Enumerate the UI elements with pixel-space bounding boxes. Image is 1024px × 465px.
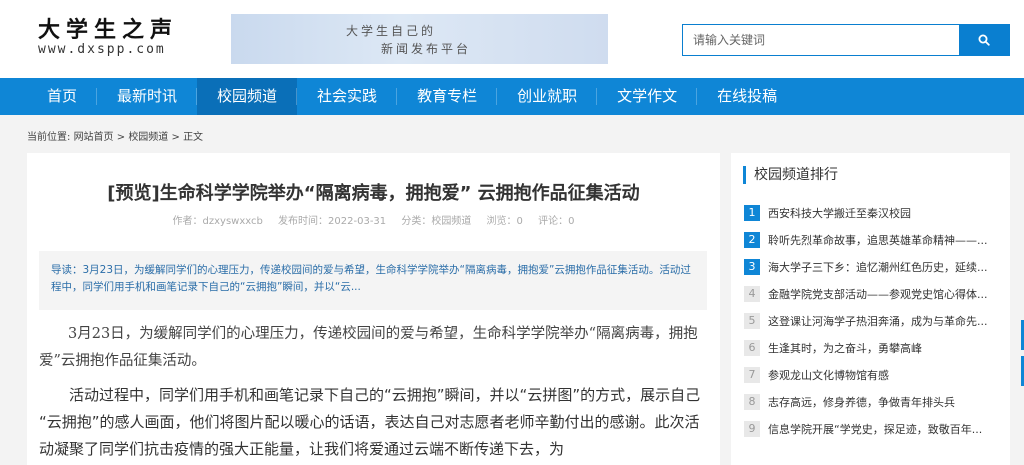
- rank-title: 西安科技大学搬迁至秦汉校园: [768, 206, 911, 220]
- ranking-item[interactable]: 8 志存高远，修身养德，争做青年排头兵: [744, 388, 999, 415]
- site-logo[interactable]: 大学生之声 www.dxspp.com: [38, 18, 178, 58]
- rank-title: 生逢其时，为之奋斗，勇攀高峰: [768, 341, 922, 355]
- ranking-item[interactable]: 9 信息学院开展“学党史，探足迹，致敬百年...: [744, 415, 999, 442]
- rank-title: 金融学院党支部活动——参观党史馆心得体...: [768, 287, 988, 301]
- article-paragraph-1: 3月23日，为缓解同学们的心理压力，传递校园间的爱与希望，生命科学学院举办“隔离…: [39, 326, 698, 369]
- article-summary: 导读：3月23日，为缓解同学们的心理压力，传递校园间的爱与希望，生命科学学院举办…: [39, 251, 707, 310]
- breadcrumb-current: 正文: [183, 132, 204, 143]
- rank-number: 5: [744, 312, 760, 329]
- ranking-item[interactable]: 4 金融学院党支部活动——参观党史馆心得体...: [744, 280, 999, 307]
- rank-title: 这登课让河海学子热泪奔涌，成为与革命先...: [768, 314, 988, 328]
- article-author: 作者：dzxyswxxcb: [172, 216, 263, 227]
- ranking-item[interactable]: 6 生逢其时，为之奋斗，勇攀高峰: [744, 334, 999, 361]
- sidebar-title: 校园频道排行: [743, 166, 838, 184]
- breadcrumb-prefix: 当前位置:: [27, 132, 71, 143]
- nav-item-submit[interactable]: 在线投稿: [697, 78, 797, 115]
- rank-number: 6: [744, 339, 760, 356]
- breadcrumb-channel-link[interactable]: 校园频道: [128, 132, 168, 143]
- nav-item-education[interactable]: 教育专栏: [397, 78, 498, 115]
- nav-item-campus[interactable]: 校园频道: [197, 78, 298, 115]
- ranking-sidebar: 校园频道排行 1 西安科技大学搬迁至秦汉校园 2 聆听先烈革命故事，追思英雄革命…: [731, 153, 1010, 465]
- rank-title: 参观龙山文化博物馆有感: [768, 368, 889, 382]
- rank-number: 4: [744, 285, 760, 302]
- rank-number: 7: [744, 366, 760, 383]
- rank-title: 志存高远，修身养德，争做青年排头兵: [768, 395, 955, 409]
- search-box: [682, 24, 1010, 56]
- header-banner: 大学生自己的 新闻发布平台: [231, 14, 608, 64]
- search-button[interactable]: [959, 25, 1009, 55]
- article-date: 发布时间：2022-03-31: [278, 216, 387, 227]
- rank-number: 2: [744, 231, 760, 248]
- rank-number: 1: [744, 204, 760, 221]
- rank-number: 8: [744, 393, 760, 410]
- ranking-item[interactable]: 2 聆听先烈革命故事，追思英雄革命精神——...: [744, 226, 999, 253]
- search-icon: [978, 34, 990, 46]
- rank-title: 聆听先烈革命故事，追思英雄革命精神——...: [768, 233, 988, 247]
- breadcrumb: 当前位置: 网站首页 > 校园频道 > 正文: [27, 128, 203, 143]
- nav-item-home[interactable]: 首页: [27, 78, 98, 115]
- breadcrumb-home-link[interactable]: 网站首页: [74, 132, 114, 143]
- ranking-item[interactable]: 7 参观龙山文化博物馆有感: [744, 361, 999, 388]
- ranking-item[interactable]: 3 海大学子三下乡：追忆潮州红色历史，延续...: [744, 253, 999, 280]
- ranking-item[interactable]: 5 这登课让河海学子热泪奔涌，成为与革命先...: [744, 307, 999, 334]
- logo-url: www.dxspp.com: [38, 42, 166, 57]
- banner-line-1: 大学生自己的: [346, 24, 437, 38]
- nav-item-literature[interactable]: 文学作文: [597, 78, 698, 115]
- breadcrumb-separator: >: [116, 132, 129, 143]
- logo-chinese: 大学生之声: [38, 17, 179, 43]
- article-panel: [预览]生命科学学院举办“隔离病毒，拥抱爱” 云拥抱作品征集活动 作者：dzxy…: [27, 153, 720, 465]
- article-comments: 评论：0: [538, 216, 575, 227]
- rank-title: 海大学子三下乡：追忆潮州红色历史，延续...: [768, 260, 988, 274]
- nav-item-career[interactable]: 创业就职: [497, 78, 598, 115]
- main-nav: 首页 最新时讯 校园频道 社会实践 教育专栏 创业就职 文学作文 在线投稿: [0, 78, 1024, 115]
- ranking-list: 1 西安科技大学搬迁至秦汉校园 2 聆听先烈革命故事，追思英雄革命精神——...…: [744, 199, 999, 442]
- article-views: 浏览：0: [486, 216, 523, 227]
- nav-item-social-practice[interactable]: 社会实践: [297, 78, 398, 115]
- article-paragraph-2: 活动过程中，同学们用手机和画笔记录下自己的“云拥抱”瞬间，并以“云拼图”的方式，…: [39, 386, 701, 458]
- article-title: [预览]生命科学学院举办“隔离病毒，拥抱爱” 云拥抱作品征集活动: [107, 183, 640, 204]
- rank-number: 9: [744, 420, 760, 437]
- breadcrumb-separator: >: [171, 132, 184, 143]
- article-category: 分类：校园频道: [401, 216, 472, 227]
- article-meta: 作者：dzxyswxxcb 发布时间：2022-03-31 分类：校园频道 浏览…: [27, 212, 720, 227]
- site-header: 大学生之声 www.dxspp.com 大学生自己的 新闻发布平台: [0, 0, 1024, 78]
- search-input[interactable]: [683, 25, 959, 55]
- rank-number: 3: [744, 258, 760, 275]
- nav-item-latest-news[interactable]: 最新时讯: [97, 78, 198, 115]
- rank-title: 信息学院开展“学党史，探足迹，致敬百年...: [768, 422, 983, 436]
- ranking-item[interactable]: 1 西安科技大学搬迁至秦汉校园: [744, 199, 999, 226]
- banner-line-2: 新闻发布平台: [381, 42, 472, 56]
